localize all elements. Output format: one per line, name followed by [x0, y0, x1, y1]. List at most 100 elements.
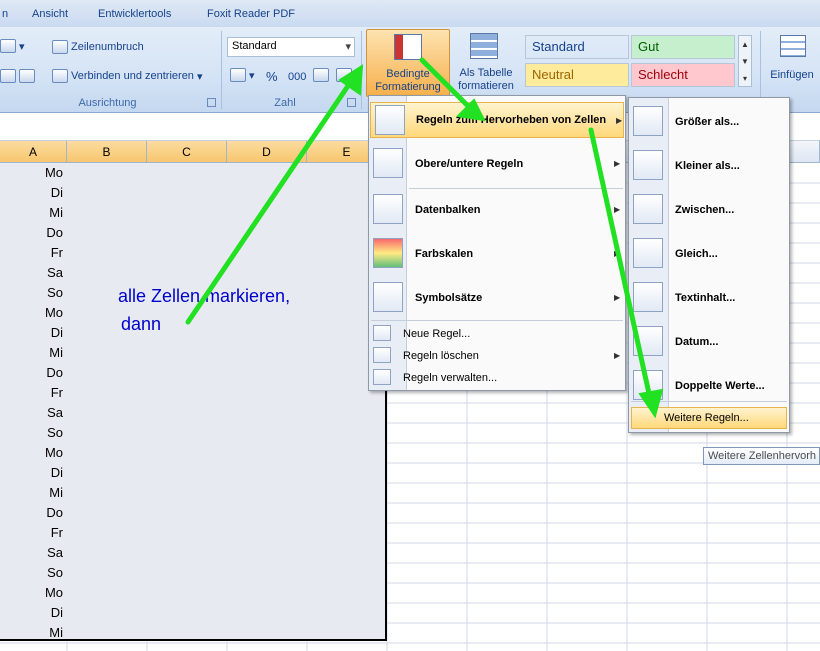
ausrichtung-dialog-launcher-icon[interactable] — [207, 98, 216, 107]
menu-item-colorscales[interactable]: Farbskalen ▶ — [369, 236, 623, 272]
zahl-dialog-launcher-icon[interactable] — [347, 98, 356, 107]
number-format-dropdown[interactable]: Standard ▾ — [227, 37, 355, 57]
cell-a9[interactable]: Di — [0, 323, 67, 343]
cell-style-schlecht[interactable]: Schlecht — [631, 63, 735, 87]
cell-a18[interactable]: Do — [0, 503, 67, 523]
iconset-icon — [373, 282, 403, 312]
cell-a8[interactable]: Mo — [0, 303, 67, 323]
submenu-item-between[interactable]: Zwischen... — [629, 192, 787, 228]
equal-icon — [633, 238, 663, 268]
tab-entwicklertools[interactable]: Entwicklertools — [98, 8, 171, 20]
cell-a24[interactable]: Mi — [0, 623, 67, 643]
text-contains-icon — [633, 282, 663, 312]
between-icon — [633, 194, 663, 224]
insert-cells-icon — [780, 35, 806, 57]
submenu-item-duplicate-values[interactable]: Doppelte Werte... — [629, 368, 787, 404]
orientation-button[interactable]: ▾ — [0, 39, 25, 53]
cell-a10[interactable]: Mi — [0, 343, 67, 363]
manage-rules-icon — [373, 369, 391, 385]
date-icon — [633, 326, 663, 356]
styles-gallery-scroll[interactable]: ▲ ▼ ▾ — [738, 35, 752, 87]
column-header-b[interactable]: B — [67, 141, 147, 163]
increase-indent-icon — [19, 69, 35, 83]
menu-item-more-rules[interactable]: Weitere Regeln... — [631, 407, 787, 429]
tab-ansicht[interactable]: Ansicht — [32, 8, 68, 20]
cell-style-label: Schlecht — [638, 67, 688, 82]
submenu-item-date[interactable]: Datum... — [629, 324, 787, 360]
cell-a19[interactable]: Fr — [0, 523, 67, 543]
format-as-table-label-2: formatieren — [458, 80, 514, 92]
conditional-formatting-label-1: Bedingte — [386, 68, 430, 80]
databar-icon — [373, 194, 403, 224]
cell-style-neutral[interactable]: Neutral — [525, 63, 629, 87]
cell-style-gut[interactable]: Gut — [631, 35, 735, 59]
menu-item-label: Regeln zum Hervorheben von Zellen — [416, 114, 607, 126]
column-header-c[interactable]: C — [147, 141, 227, 163]
currency-format-button[interactable]: ▾ — [230, 68, 255, 82]
cell-a20[interactable]: Sa — [0, 543, 67, 563]
submenu-arrow-icon: ▶ — [614, 351, 621, 360]
cell-a11[interactable]: Do — [0, 363, 67, 383]
cell-a21[interactable]: So — [0, 563, 67, 583]
merge-center-button[interactable]: Verbinden und zentrieren ▾ — [52, 69, 202, 83]
format-as-table-button[interactable]: Als Tabelle formatieren — [452, 29, 520, 97]
group-label-zahl: Zahl — [274, 97, 296, 109]
submenu-item-greater-than[interactable]: Größer als... — [629, 104, 787, 140]
submenu-item-less-than[interactable]: Kleiner als... — [629, 148, 787, 184]
cell-a5[interactable]: Fr — [0, 243, 67, 263]
menu-item-label: Neue Regel... — [403, 328, 471, 340]
cell-a14[interactable]: So — [0, 423, 67, 443]
colorscale-icon — [373, 238, 403, 268]
percent-label: % — [266, 69, 278, 84]
cell-a12[interactable]: Fr — [0, 383, 67, 403]
percent-button[interactable]: % — [266, 69, 278, 84]
menu-item-new-rule[interactable]: Neue Regel... — [369, 324, 623, 344]
top-bottom-icon — [373, 148, 403, 178]
cell-a3[interactable]: Mi — [0, 203, 67, 223]
chevron-down-icon: ▾ — [345, 41, 351, 53]
indent-buttons[interactable] — [0, 69, 35, 83]
conditional-formatting-button[interactable]: Bedingte Formatierung — [366, 29, 450, 97]
cell-a7[interactable]: So — [0, 283, 67, 303]
less-than-icon — [633, 150, 663, 180]
menu-item-highlight-cell-rules[interactable]: Regeln zum Hervorheben von Zellen ▶ — [370, 102, 624, 138]
cell-a17[interactable]: Mi — [0, 483, 67, 503]
menu-item-delete-rules[interactable]: Regeln löschen ▶ — [369, 346, 623, 366]
menu-item-label: Weitere Regeln... — [664, 412, 749, 424]
menu-item-databars[interactable]: Datenbalken ▶ — [369, 192, 623, 228]
column-header-a[interactable]: A — [0, 141, 67, 163]
cell-style-standard[interactable]: Standard — [525, 35, 629, 59]
menu-item-label: Kleiner als... — [675, 160, 740, 172]
ribbon-tab-bar: n Ansicht Entwicklertools Foxit Reader P… — [0, 0, 820, 27]
cell-a2[interactable]: Di — [0, 183, 67, 203]
cell-a23[interactable]: Di — [0, 603, 67, 623]
submenu-arrow-icon: ▶ — [614, 159, 621, 168]
cell-a15[interactable]: Mo — [0, 443, 67, 463]
wrap-text-icon — [52, 40, 68, 54]
cell-a16[interactable]: Di — [0, 463, 67, 483]
group-separator — [361, 31, 362, 109]
menu-item-label: Größer als... — [675, 116, 740, 128]
insert-cells-button[interactable]: Einfügen — [764, 29, 820, 97]
menu-item-manage-rules[interactable]: Regeln verwalten... — [369, 368, 623, 388]
tab-partial[interactable]: n — [2, 8, 8, 20]
group-separator — [221, 31, 222, 109]
wrap-text-button[interactable]: Zeilenumbruch — [52, 40, 144, 54]
merge-center-icon — [52, 69, 68, 83]
increase-decimal-button[interactable] — [313, 68, 329, 82]
cell-a4[interactable]: Do — [0, 223, 67, 243]
submenu-item-equal[interactable]: Gleich... — [629, 236, 787, 272]
column-header-d[interactable]: D — [227, 141, 307, 163]
cell-a1[interactable]: Mo — [0, 163, 67, 183]
menu-item-iconsets[interactable]: Symbolsätze ▶ — [369, 280, 623, 316]
decrease-decimal-button[interactable] — [336, 68, 352, 82]
submenu-item-text-contains[interactable]: Textinhalt... — [629, 280, 787, 316]
cell-a22[interactable]: Mo — [0, 583, 67, 603]
tab-foxit-reader-pdf[interactable]: Foxit Reader PDF — [207, 8, 295, 20]
thousands-separator-button[interactable]: 000 — [288, 71, 306, 83]
cell-a13[interactable]: Sa — [0, 403, 67, 423]
menu-item-top-bottom-rules[interactable]: Obere/untere Regeln ▶ — [369, 146, 623, 182]
menu-item-label: Regeln verwalten... — [403, 372, 498, 384]
cell-a6[interactable]: Sa — [0, 263, 67, 283]
merge-center-label: Verbinden und zentrieren — [71, 70, 194, 82]
